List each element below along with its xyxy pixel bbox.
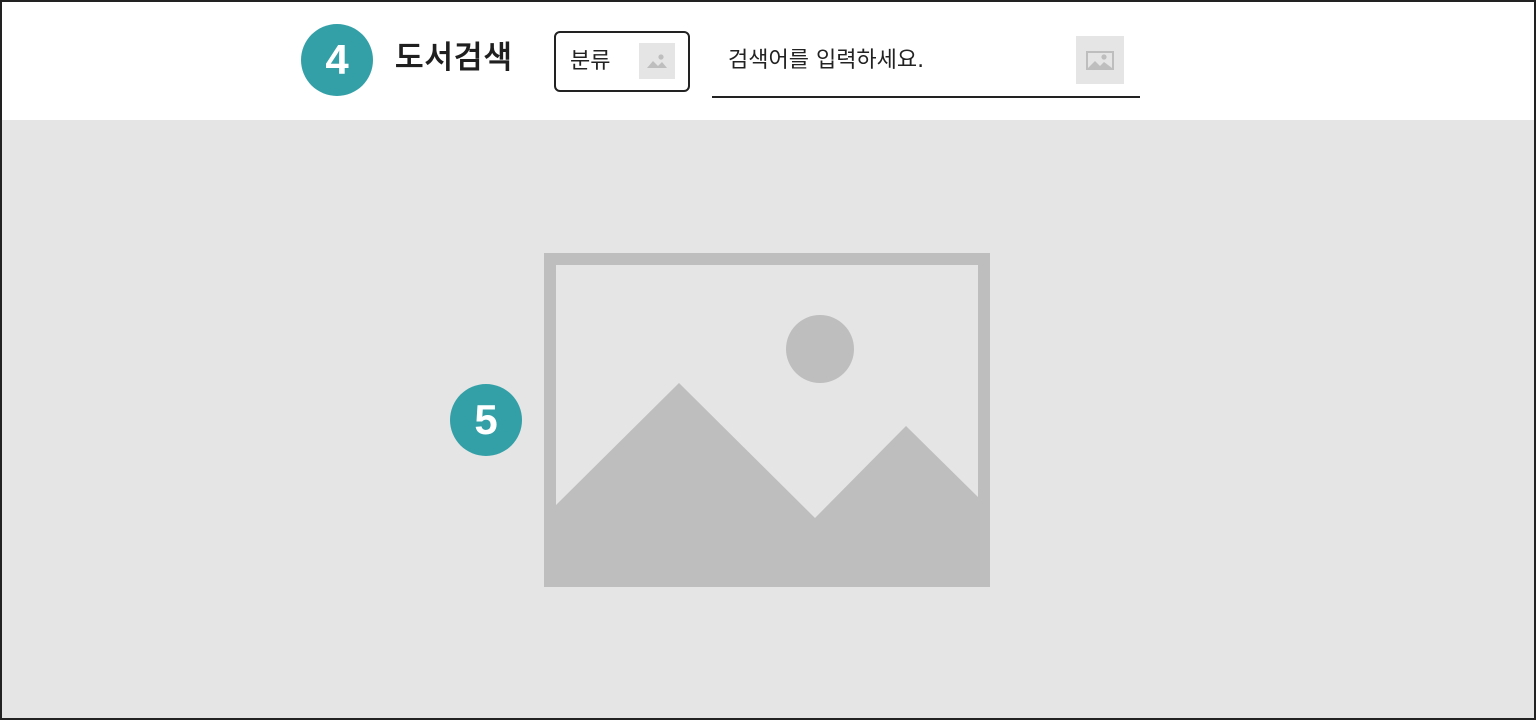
search-header: 4 도서검색 분류: [2, 2, 1534, 120]
wireframe-frame: 4 도서검색 분류 5: [0, 0, 1536, 720]
image-placeholder-icon: [639, 43, 675, 79]
content-area: 5: [2, 120, 1534, 718]
search-button[interactable]: [1076, 36, 1124, 84]
step-number-badge: 5: [450, 384, 522, 456]
section-title: 도서검색: [395, 40, 514, 76]
search-box: [712, 32, 1140, 98]
image-placeholder-icon: [1086, 51, 1114, 70]
category-dropdown[interactable]: 분류: [554, 31, 690, 92]
image-placeholder-icon: [544, 253, 990, 587]
category-label: 분류: [570, 49, 611, 74]
step-number-badge: 4: [301, 24, 373, 96]
search-input[interactable]: [712, 38, 1078, 82]
